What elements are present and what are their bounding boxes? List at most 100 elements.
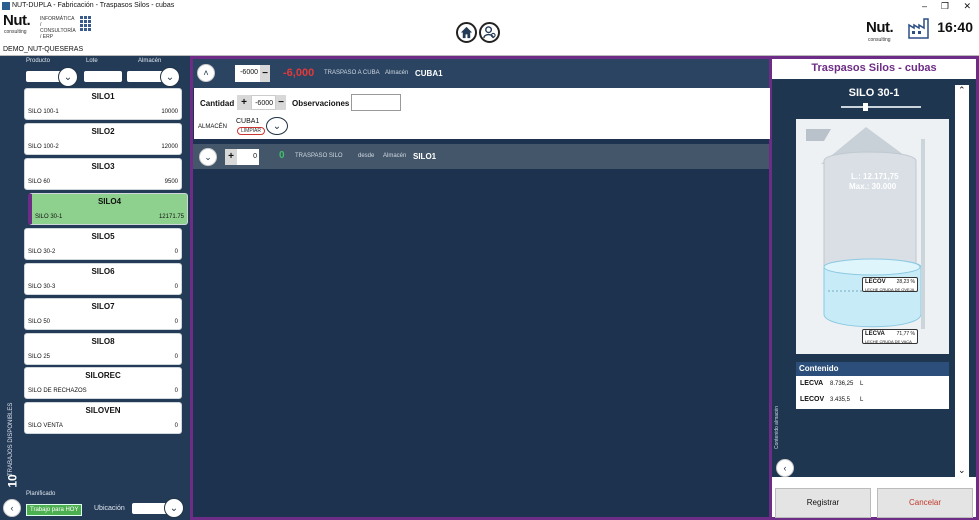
trabajos-disponibles-label: TRABAJOS DISPONIBLES [8, 402, 14, 476]
silo-name: SILO3 [91, 162, 115, 171]
cantidad-input[interactable]: -6000 [251, 95, 276, 110]
minus-button[interactable]: − [260, 65, 270, 82]
silo-card[interactable]: SILO3 SILO 60 9500 [24, 158, 182, 190]
silo-list-panel: Producto Lote Almacén ⌄ ⌄ SILO1 SILO 100… [0, 56, 190, 520]
almacen-label: Almacén [383, 153, 407, 159]
capacity-max: Max.: 30.000 [849, 182, 897, 191]
chevron-up-icon: ˄ [203, 68, 209, 78]
limpiar-button[interactable]: LIMPIAR [237, 127, 266, 135]
restore-button[interactable]: ❐ [941, 0, 949, 12]
silo-title: SILO 30-1 [848, 87, 900, 99]
transfer-amount: 0 [279, 150, 285, 161]
scroll-up-icon[interactable]: ⌃ [958, 85, 966, 96]
silo-name: SILO7 [91, 302, 115, 311]
silo-card[interactable]: SILOREC SILO DE RECHAZOS 0 [24, 367, 182, 399]
almacen-label: Almacén [385, 70, 409, 76]
silo-sub: SILO 100-2 [28, 144, 59, 150]
logo-sub: consulting [4, 29, 27, 35]
collapse-right-button[interactable]: ‹ [776, 459, 794, 477]
silo-card[interactable]: SILO1 SILO 100-1 10000 [24, 88, 182, 120]
close-button[interactable]: ✕ [963, 0, 971, 12]
producto-dropdown[interactable]: ⌄ [58, 67, 78, 87]
scrollbar[interactable]: ⌃ ⌄ [955, 85, 969, 477]
collapse-left-button[interactable]: ‹ [3, 499, 21, 517]
almacen-value: CUBA1 [415, 69, 443, 78]
almacen-label: Almacén [138, 58, 162, 64]
silo-sub: SILO 100-1 [28, 109, 59, 115]
plus-button[interactable]: + [225, 149, 237, 165]
level-slider-track [841, 106, 921, 108]
transfer-amount: -6,000 [283, 67, 315, 79]
contenido-item-value: 8.736,25 [830, 381, 854, 387]
silo-sub: SILO 60 [28, 179, 51, 185]
silo-sub: SILO 30-2 [28, 249, 56, 255]
panel-title: Traspasos Silos - cubas [811, 62, 937, 74]
clock: 16:40 [937, 19, 973, 35]
tag-desc: LECHE CRUDA DE OVEJA [865, 287, 915, 292]
ubicacion-dropdown[interactable]: ⌄ [164, 498, 184, 518]
silo-name: SILO1 [91, 92, 115, 101]
silo-sub: SILO DE RECHAZOS [28, 388, 87, 394]
silo-value: 0 [174, 388, 178, 394]
user-settings-button[interactable] [479, 22, 500, 43]
silo-card-selected[interactable]: SILO4 SILO 30-1 12171.75 [28, 193, 188, 225]
logo: Nut. [3, 12, 31, 29]
silo-card[interactable]: SILO8 SILO 25 0 [24, 333, 182, 365]
transfer-type: TRASPASO SILO [295, 153, 343, 159]
chevron-down-icon: ⌄ [169, 502, 179, 514]
almacen-dropdown[interactable]: ⌄ [160, 67, 180, 87]
minus-button[interactable]: − [276, 95, 286, 110]
lote-label: Lote [86, 58, 98, 64]
silo-name: SILO8 [91, 337, 115, 346]
silo-sub: SILO 30-3 [28, 284, 56, 290]
chevron-down-icon: ⌄ [204, 151, 212, 162]
producto-label: Producto [26, 58, 51, 64]
trabajos-count: 10 [5, 474, 20, 488]
silo-sub: SILO 30-1 [35, 214, 63, 220]
user-label: DEMO_NUT-QUESERAS [0, 44, 979, 56]
contenido-side-label: Contenido almacén [774, 405, 780, 449]
contenido-table: LECVA 8.736,25 L LECOV 3.435,5 L [796, 376, 949, 409]
transfer-type: TRASPASO A CUBA [324, 70, 380, 76]
minimize-button[interactable]: – [922, 0, 927, 12]
cantidad-label: Cantidad [200, 99, 235, 108]
silo-card[interactable]: SILO6 SILO 30-3 0 [24, 263, 182, 295]
silo-sub: SILO 50 [28, 319, 51, 325]
scroll-down-icon[interactable]: ⌄ [958, 465, 966, 476]
transfer-row-cuba: ˄ -6000 − -6,000 TRASPASO A CUBA Almacén… [193, 59, 769, 88]
observaciones-input[interactable] [351, 94, 401, 111]
silo-card[interactable]: SILO7 SILO 50 0 [24, 298, 182, 330]
cuba-dropdown[interactable]: ⌄ [266, 117, 288, 135]
tag-desc: LECHE CRUDA DE VACA [865, 339, 912, 344]
lote-input[interactable] [84, 71, 122, 82]
contenido-item-unit: L [860, 397, 864, 403]
plus-button[interactable]: + [237, 95, 251, 110]
planificado-label: Planificado [26, 491, 56, 497]
expand-row-button[interactable]: ⌄ [199, 148, 217, 166]
cancelar-button[interactable]: Cancelar [877, 488, 973, 518]
chevron-down-icon: ⌄ [63, 71, 73, 83]
capacity-current: L.: 12.171,75 [851, 172, 899, 181]
qty-display[interactable]: -6000 [235, 65, 260, 82]
today-badge[interactable]: Trabajo para HOY [26, 504, 83, 516]
tag-name: LECVA [865, 331, 885, 337]
observaciones-label: Observaciones [292, 99, 350, 108]
contenido-item-unit: L [860, 381, 864, 387]
registrar-button[interactable]: Registrar [775, 488, 871, 518]
chevron-down-icon: ⌄ [272, 120, 282, 132]
almacen-value: SILO1 [413, 152, 437, 161]
silo-card[interactable]: SILOVEN SILO VENTA 0 [24, 402, 182, 434]
header: Nut. consulting INFORMÁTICA / CONSULTORÍ… [0, 12, 979, 44]
silo-card[interactable]: SILO5 SILO 30-2 0 [24, 228, 182, 260]
logo-tagline: INFORMÁTICA / CONSULTORÍA / ERP [40, 16, 76, 40]
level-slider-handle[interactable] [863, 103, 868, 111]
silo-value: 0 [174, 249, 178, 255]
cuba-select-value[interactable]: CUBA1 [236, 118, 259, 125]
contenido-item-value: 3.435,5 [830, 397, 851, 403]
collapse-row-button[interactable]: ˄ [197, 64, 215, 82]
silo-card[interactable]: SILO2 SILO 100-2 12000 [24, 123, 182, 155]
home-button[interactable] [456, 22, 477, 43]
qty-display[interactable]: 0 [237, 149, 259, 165]
silo-value: 0 [174, 284, 178, 290]
content-tag: LECVA 71,77 % LECHE CRUDA DE VACA [862, 329, 918, 344]
